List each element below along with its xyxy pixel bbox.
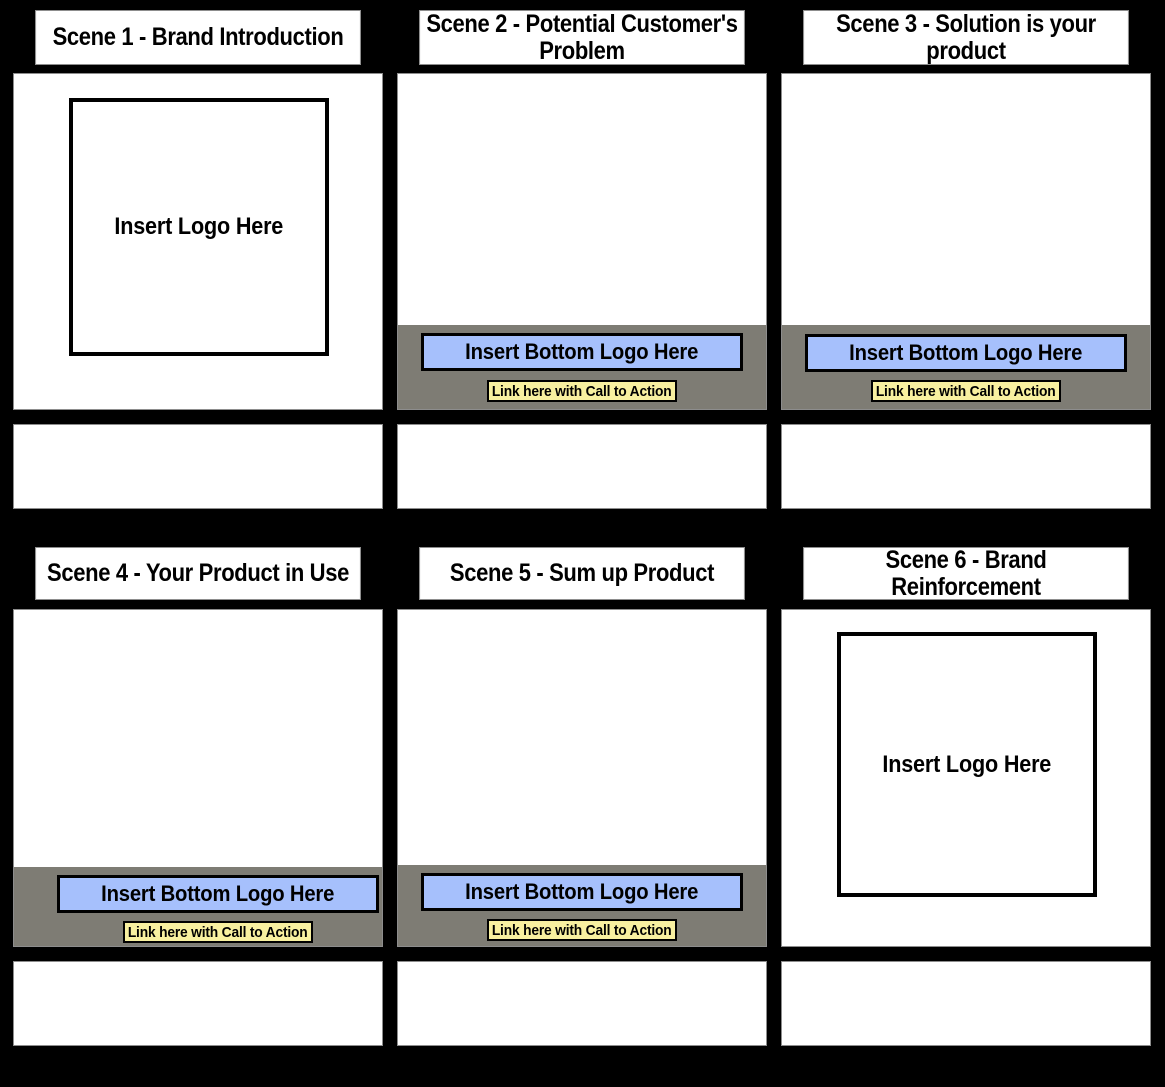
scene-2-bottom-logo-placeholder[interactable]: Insert Bottom Logo Here [421, 333, 743, 371]
scene-5-cta-label: Link here with Call to Action [492, 921, 672, 939]
scene-5-canvas[interactable]: Insert Bottom Logo Here Link here with C… [397, 609, 767, 947]
scene-4-notes[interactable] [13, 961, 383, 1046]
scene-3-notes[interactable] [781, 424, 1151, 509]
scene-1-title[interactable]: Scene 1 - Brand Introduction [35, 10, 361, 65]
scene-2-title-cell: Scene 2 - Potential Customer's Problem [397, 10, 767, 65]
scene-2-canvas[interactable]: Insert Bottom Logo Here Link here with C… [397, 73, 767, 410]
scene-4-artboard[interactable] [14, 610, 382, 867]
scene-6-logo-placeholder[interactable]: Insert Logo Here [837, 632, 1097, 897]
scene-2-bottom-logo-label: Insert Bottom Logo Here [465, 339, 699, 364]
scene-3-bottom-logo-placeholder[interactable]: Insert Bottom Logo Here [805, 334, 1127, 372]
scene-5-title[interactable]: Scene 5 - Sum up Product [419, 547, 745, 600]
scene-6-logo-label: Insert Logo Here [882, 750, 1052, 778]
scene-1-title-cell: Scene 1 - Brand Introduction [13, 10, 383, 65]
scene-3-cta-label: Link here with Call to Action [876, 382, 1056, 400]
scene-1-logo-label: Insert Logo Here [114, 213, 284, 240]
scene-4-cta-label: Link here with Call to Action [128, 923, 308, 941]
scene-2-artboard[interactable] [398, 74, 766, 325]
scene-6-artboard[interactable]: Insert Logo Here [782, 610, 1150, 946]
scene-5-bottom-strip: Insert Bottom Logo Here Link here with C… [398, 865, 766, 946]
scene-1-notes[interactable] [13, 424, 383, 509]
scene-5-cta-button[interactable]: Link here with Call to Action [487, 919, 677, 941]
scene-5-title-cell: Scene 5 - Sum up Product [397, 547, 767, 600]
scene-1-logo-placeholder[interactable]: Insert Logo Here [69, 98, 329, 356]
scene-6-title-cell: Scene 6 - Brand Reinforcement [781, 547, 1151, 600]
scene-4-cta-button[interactable]: Link here with Call to Action [123, 921, 313, 943]
scene-2-cta-label: Link here with Call to Action [492, 382, 672, 400]
scene-2-bottom-strip: Insert Bottom Logo Here Link here with C… [398, 325, 766, 409]
scene-4-bottom-logo-label: Insert Bottom Logo Here [101, 881, 335, 906]
scene-4-bottom-strip: Insert Bottom Logo Here Link here with C… [14, 867, 382, 946]
scene-3-bottom-logo-label: Insert Bottom Logo Here [849, 340, 1083, 365]
scene-4-bottom-logo-placeholder[interactable]: Insert Bottom Logo Here [57, 875, 379, 913]
scene-3-canvas[interactable]: Insert Bottom Logo Here Link here with C… [781, 73, 1151, 410]
scene-3-title-cell: Scene 3 - Solution is your product [781, 10, 1151, 65]
scene-2-notes[interactable] [397, 424, 767, 509]
scene-5-bottom-logo-placeholder[interactable]: Insert Bottom Logo Here [421, 873, 743, 911]
scene-3-title[interactable]: Scene 3 - Solution is your product [803, 10, 1129, 65]
scene-6-title[interactable]: Scene 6 - Brand Reinforcement [803, 547, 1129, 600]
scene-6-notes[interactable] [781, 961, 1151, 1046]
scene-5-artboard[interactable] [398, 610, 766, 865]
scene-3-artboard[interactable] [782, 74, 1150, 325]
scene-2-cta-button[interactable]: Link here with Call to Action [487, 380, 677, 402]
scene-1-canvas[interactable]: Insert Logo Here [13, 73, 383, 410]
scene-4-canvas[interactable]: Insert Bottom Logo Here Link here with C… [13, 609, 383, 947]
storyboard-canvas: Scene 1 - Brand Introduction Insert Logo… [0, 0, 1165, 1087]
scene-4-title-cell: Scene 4 - Your Product in Use [13, 547, 383, 600]
scene-2-title[interactable]: Scene 2 - Potential Customer's Problem [419, 10, 745, 65]
scene-3-bottom-strip: Insert Bottom Logo Here Link here with C… [782, 325, 1150, 409]
scene-4-title[interactable]: Scene 4 - Your Product in Use [35, 547, 361, 600]
scene-5-notes[interactable] [397, 961, 767, 1046]
scene-5-bottom-logo-label: Insert Bottom Logo Here [465, 879, 699, 904]
scene-3-cta-button[interactable]: Link here with Call to Action [871, 380, 1061, 402]
scene-1-artboard[interactable]: Insert Logo Here [14, 74, 382, 409]
scene-6-canvas[interactable]: Insert Logo Here [781, 609, 1151, 947]
